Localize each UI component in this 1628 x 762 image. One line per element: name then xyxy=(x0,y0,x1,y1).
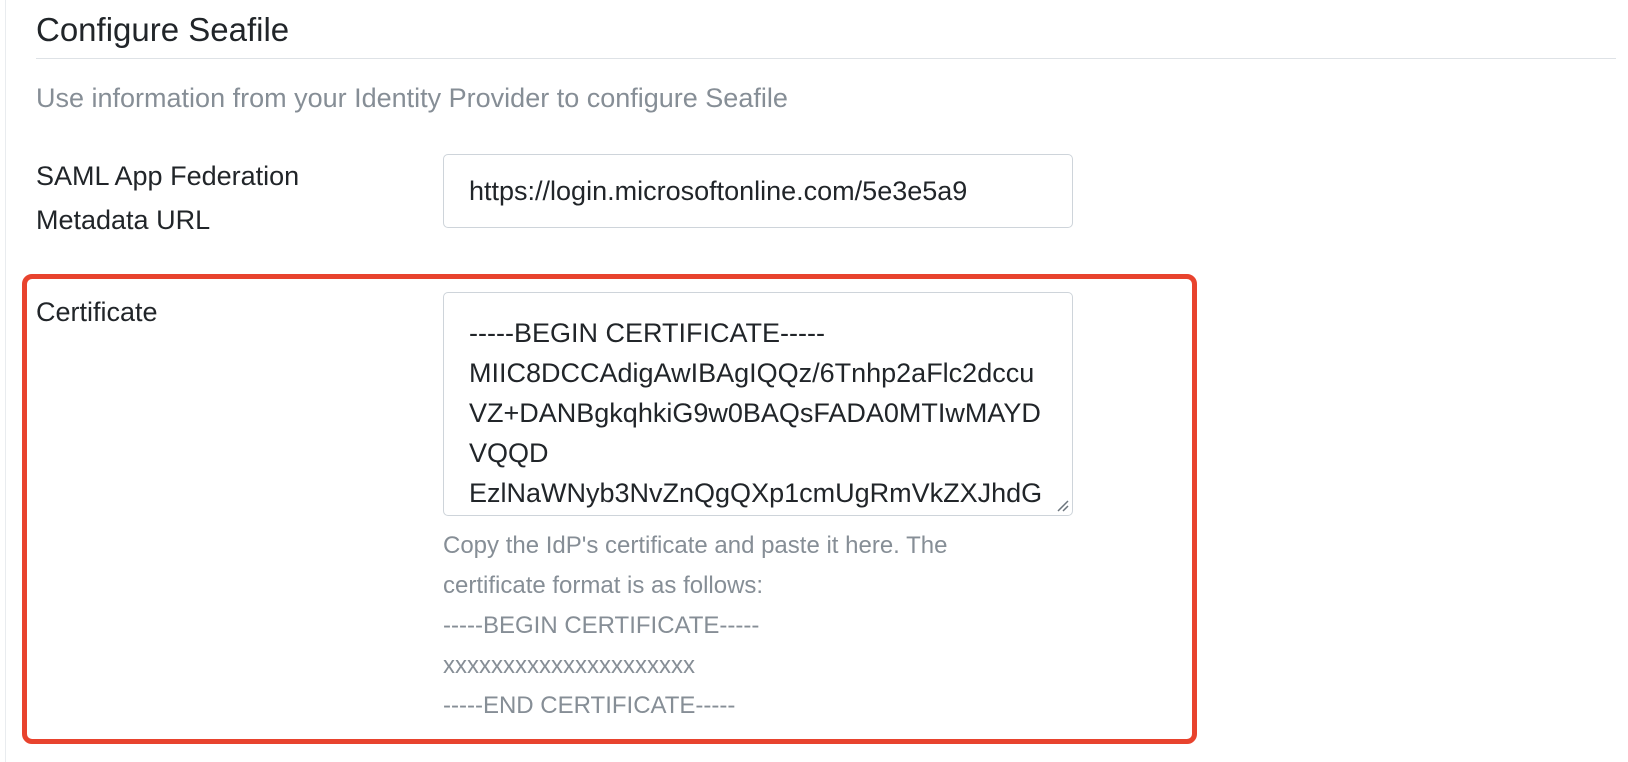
certificate-text[interactable]: -----BEGIN CERTIFICATE----- MIIC8DCCAdig… xyxy=(444,293,1072,515)
metadata-url-label: SAML App Federation Metadata URL xyxy=(36,161,300,235)
help-line: certificate format is as follows: xyxy=(443,572,764,599)
help-line: xxxxxxxxxxxxxxxxxxxxx xyxy=(443,652,695,679)
certificate-label: Certificate xyxy=(36,297,158,327)
configure-seafile-panel: Configure Seafile Use information from y… xyxy=(0,0,1628,762)
section-title: Configure Seafile xyxy=(36,11,290,48)
title-divider xyxy=(36,58,1616,59)
section-description: Use information from your Identity Provi… xyxy=(36,83,788,113)
help-line: Copy the IdP's certificate and paste it … xyxy=(443,532,948,559)
panel-left-border xyxy=(5,0,6,762)
help-line: -----BEGIN CERTIFICATE----- xyxy=(443,612,760,639)
certificate-help-text: Copy the IdP's certificate and paste it … xyxy=(443,526,1083,726)
metadata-url-input[interactable] xyxy=(443,154,1073,228)
resize-grip-icon[interactable] xyxy=(1054,497,1070,513)
certificate-textarea[interactable]: -----BEGIN CERTIFICATE----- MIIC8DCCAdig… xyxy=(443,292,1073,516)
help-line: -----END CERTIFICATE----- xyxy=(443,692,736,719)
